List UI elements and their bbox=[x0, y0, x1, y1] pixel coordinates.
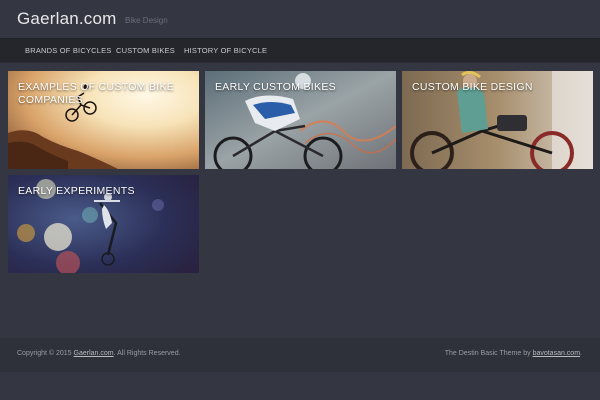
post-tile-early-experiments[interactable]: EARLY EXPERIMENTS bbox=[8, 175, 199, 273]
site-footer: Copyright © 2015 Gaerlan.com. All Rights… bbox=[0, 338, 600, 372]
post-title: EARLY EXPERIMENTS bbox=[18, 185, 135, 197]
credit-prefix: The Destin Basic Theme by bbox=[444, 350, 533, 357]
post-title: CUSTOM BIKE DESIGN bbox=[412, 81, 533, 93]
nav-item-custom-bikes[interactable]: CUSTOM BIKES bbox=[116, 46, 175, 55]
post-tile-examples-of-custom-bike-companies[interactable]: EXAMPLES OF CUSTOM BIKE COMPANIES bbox=[8, 71, 199, 169]
footer-theme-credit: The Destin Basic Theme by bavotasan.com. bbox=[445, 350, 582, 357]
nav-item-brands-of-bicycles[interactable]: BRANDS OF BICYCLES bbox=[25, 46, 112, 55]
credit-suffix: . bbox=[580, 350, 582, 357]
post-tile-custom-bike-design[interactable]: CUSTOM BIKE DESIGN bbox=[402, 71, 593, 169]
post-tile-early-custom-bikes[interactable]: EARLY CUSTOM BIKES bbox=[205, 71, 396, 169]
footer-theme-link[interactable]: bavotasan.com bbox=[533, 350, 580, 357]
copyright-prefix: Copyright © 2015 bbox=[17, 350, 74, 357]
site-tagline: Bike Design bbox=[125, 16, 168, 25]
copyright-suffix: . All Rights Reserved. bbox=[113, 350, 181, 357]
site-header: Gaerlan.com Bike Design bbox=[0, 0, 600, 38]
nav-item-history-of-bicycle[interactable]: HISTORY OF BICYCLE bbox=[184, 46, 267, 55]
post-title: EARLY CUSTOM BIKES bbox=[215, 81, 336, 93]
footer-copyright: Copyright © 2015 Gaerlan.com. All Rights… bbox=[17, 350, 181, 357]
site-title-link[interactable]: Gaerlan.com bbox=[17, 9, 117, 29]
footer-site-link[interactable]: Gaerlan.com bbox=[74, 350, 114, 357]
post-title: EXAMPLES OF CUSTOM BIKE COMPANIES bbox=[18, 81, 175, 106]
main-navigation: BRANDS OF BICYCLES CUSTOM BIKES HISTORY … bbox=[0, 38, 600, 63]
